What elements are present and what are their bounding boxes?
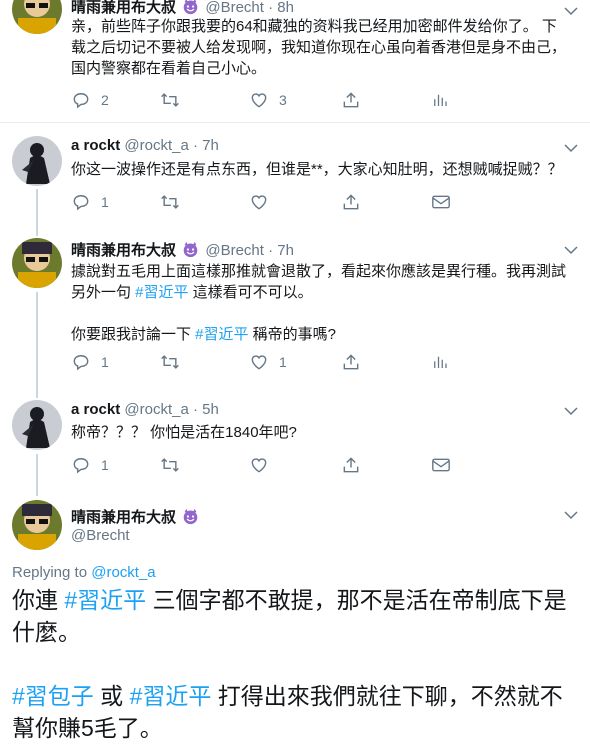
hashtag-link[interactable]: #習包子 xyxy=(12,683,94,709)
share-button[interactable] xyxy=(341,351,361,373)
display-name[interactable]: 晴雨兼用布大叔 xyxy=(71,242,176,259)
reply-icon xyxy=(73,195,89,211)
avatar[interactable] xyxy=(12,238,62,288)
avatar[interactable] xyxy=(12,136,62,186)
retweet-button[interactable] xyxy=(159,89,191,111)
chevron-down-icon[interactable] xyxy=(564,143,578,153)
reply-count: 1 xyxy=(101,354,109,370)
share-icon xyxy=(343,194,359,210)
reply-button[interactable]: 1 xyxy=(71,454,109,476)
replying-to-link[interactable]: @rockt_a xyxy=(91,564,155,581)
like-icon xyxy=(251,195,267,210)
tweet-text: 據說對五毛用上面這樣那推就會退散了，看起來你應該是異行種。我再測試 另外一句 #… xyxy=(71,263,567,343)
timestamp[interactable]: 7h xyxy=(202,137,219,154)
tweet-3[interactable]: 晴雨兼用布大叔 @Brecht · 7h 據說對五毛用上面這樣那推就會退散了，看… xyxy=(0,226,590,390)
timestamp[interactable]: 8h xyxy=(277,0,294,16)
tweet-text: 你这一波操作还是有点东西，但谁是**，大家心知肚明，还想贼喊捉贼？？ xyxy=(71,161,563,178)
message-button[interactable] xyxy=(431,454,451,476)
share-icon xyxy=(343,354,359,370)
chevron-down-icon[interactable] xyxy=(564,245,578,255)
devil-emoji-icon xyxy=(182,241,199,258)
main-tweet-text: 你連 #習近平 三個字都不敢提，那不是活在帝制底下是 什麼。 #習包子 或 #習… xyxy=(12,587,567,741)
chevron-down-icon[interactable] xyxy=(564,510,578,520)
display-name[interactable]: a rockt xyxy=(71,137,120,154)
handle[interactable]: @Brecht xyxy=(205,0,264,16)
handle[interactable]: @Brecht xyxy=(71,527,130,544)
thread-line xyxy=(36,189,38,226)
like-button[interactable] xyxy=(249,191,279,213)
chevron-down-icon[interactable] xyxy=(564,406,578,416)
display-name[interactable]: 晴雨兼用布大叔 xyxy=(71,509,176,526)
like-button[interactable] xyxy=(249,454,279,476)
message-button[interactable] xyxy=(431,191,451,213)
hashtag-link[interactable]: #習近平 xyxy=(195,326,248,343)
hashtag-link[interactable]: #習近平 xyxy=(130,683,212,709)
like-icon xyxy=(251,93,267,108)
display-name[interactable]: 晴雨兼用布大叔 xyxy=(71,0,176,16)
handle[interactable]: @rockt_a xyxy=(124,401,188,418)
thread-line xyxy=(36,390,38,398)
message-icon xyxy=(432,458,450,472)
retweet-button[interactable] xyxy=(159,454,191,476)
tweet-1[interactable]: 晴雨兼用布大叔 @Brecht · 8h 亲，前些阵子你跟我要的64和藏独的资料… xyxy=(0,0,590,122)
analytics-icon xyxy=(434,94,447,106)
hashtag-link[interactable]: #習近平 xyxy=(135,284,188,301)
display-name[interactable]: a rockt xyxy=(71,401,120,418)
reply-button[interactable]: 1 xyxy=(71,351,109,373)
handle[interactable]: @Brecht xyxy=(205,242,264,259)
like-icon xyxy=(251,355,267,370)
thread-line xyxy=(36,486,38,496)
hashtag-link[interactable]: #習近平 xyxy=(64,587,146,613)
reply-count: 2 xyxy=(101,92,109,108)
avatar[interactable] xyxy=(12,500,62,550)
share-button[interactable] xyxy=(341,89,361,111)
reply-button[interactable]: 1 xyxy=(71,191,109,213)
tweet-text: 亲，前些阵子你跟我要的64和藏独的资料我已经用加密邮件发给你了。 下载之后切记不… xyxy=(71,18,567,77)
retweet-button[interactable] xyxy=(159,191,191,213)
tweet-2[interactable]: a rockt @rockt_a · 7h 你这一波操作还是有点东西，但谁是**… xyxy=(0,123,590,226)
reply-icon xyxy=(73,458,89,474)
retweet-icon xyxy=(161,458,179,472)
timestamp[interactable]: 5h xyxy=(202,401,219,418)
avatar[interactable] xyxy=(12,0,62,34)
analytics-button[interactable] xyxy=(431,351,449,373)
devil-emoji-icon xyxy=(182,0,199,15)
retweet-icon xyxy=(161,355,179,369)
devil-emoji-icon xyxy=(182,508,199,525)
tweet-4[interactable]: a rockt @rockt_a · 5h 称帝？？？ 你怕是活在1840年吧?… xyxy=(0,390,590,486)
retweet-button[interactable] xyxy=(159,351,191,373)
message-icon xyxy=(432,195,450,209)
retweet-icon xyxy=(161,195,179,209)
like-button[interactable]: 1 xyxy=(249,351,287,373)
tweet-text: 称帝？？？ 你怕是活在1840年吧? xyxy=(71,424,297,441)
thread-line xyxy=(36,226,38,236)
tweet-actions: 1 1 xyxy=(71,351,491,373)
reply-count: 1 xyxy=(101,457,109,473)
tweet-actions: 2 3 xyxy=(71,89,491,111)
tweet-actions: 1 xyxy=(71,454,491,476)
like-count: 3 xyxy=(279,92,287,108)
like-count: 1 xyxy=(279,354,287,370)
share-button[interactable] xyxy=(341,454,361,476)
reply-icon xyxy=(73,355,89,371)
timestamp[interactable]: 7h xyxy=(277,242,294,259)
share-button[interactable] xyxy=(341,191,361,213)
like-icon xyxy=(251,458,267,473)
avatar[interactable] xyxy=(12,400,62,450)
share-icon xyxy=(343,457,359,473)
reply-icon xyxy=(73,93,89,109)
replying-to: Replying to @rockt_a xyxy=(12,564,156,581)
reply-button[interactable]: 2 xyxy=(71,89,109,111)
thread-line xyxy=(36,292,38,390)
analytics-button[interactable] xyxy=(431,89,449,111)
share-icon xyxy=(343,92,359,108)
like-button[interactable]: 3 xyxy=(249,89,287,111)
chevron-down-icon[interactable] xyxy=(564,6,578,16)
thread-line xyxy=(36,454,38,486)
retweet-icon xyxy=(161,93,179,107)
handle[interactable]: @rockt_a xyxy=(124,137,188,154)
analytics-icon xyxy=(434,356,447,368)
reply-count: 1 xyxy=(101,194,109,210)
tweet-actions: 1 xyxy=(71,191,491,213)
